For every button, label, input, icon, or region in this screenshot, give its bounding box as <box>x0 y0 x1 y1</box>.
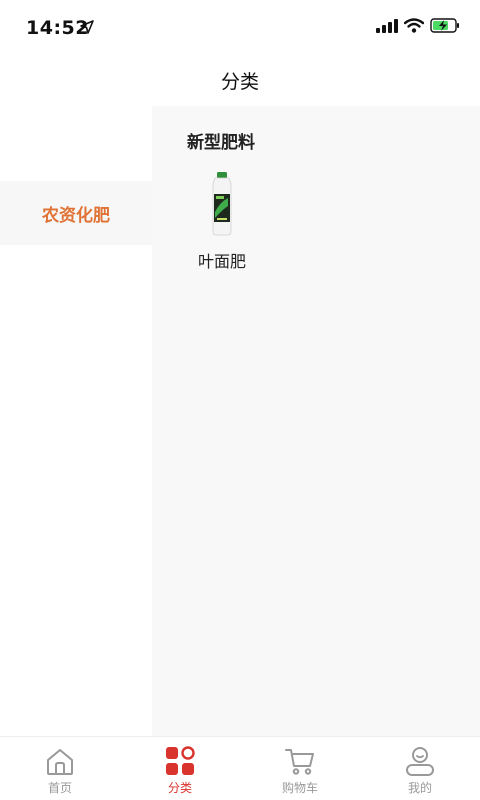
category-sidebar: 农资化肥 <box>0 106 152 736</box>
signal-icon <box>376 18 398 33</box>
tab-label: 分类 <box>167 781 192 795</box>
home-icon <box>47 749 73 775</box>
profile-icon <box>406 747 434 776</box>
location-arrow-icon <box>80 20 94 34</box>
battery-icon <box>430 18 459 33</box>
product-item[interactable]: 叶面肥 <box>194 172 250 272</box>
tab-label: 首页 <box>47 781 72 795</box>
wifi-icon <box>404 18 424 33</box>
tab-label: 购物车 <box>281 781 318 795</box>
status-bar: 14:52 <box>0 0 480 56</box>
category-content: 新型肥料 叶面肥 <box>152 106 480 736</box>
tab-category[interactable]: 分类 <box>120 737 240 800</box>
category-icon <box>166 746 195 775</box>
fertilizer-bottle-image <box>212 172 232 236</box>
tab-bar: 首页 分类 购物车 我的 <box>0 736 480 800</box>
section-title: 新型肥料 <box>187 133 255 153</box>
tab-label: 我的 <box>407 781 432 795</box>
cart-icon <box>285 749 314 775</box>
tab-home[interactable]: 首页 <box>0 737 120 800</box>
tab-profile[interactable]: 我的 <box>360 737 480 800</box>
category-item-agri-fertilizer[interactable]: 农资化肥 <box>0 181 152 245</box>
status-indicators <box>376 18 460 33</box>
category-label: 农资化肥 <box>42 205 110 226</box>
product-label: 叶面肥 <box>197 252 246 271</box>
page-title: 分类 <box>220 71 259 93</box>
tab-cart[interactable]: 购物车 <box>240 737 360 800</box>
